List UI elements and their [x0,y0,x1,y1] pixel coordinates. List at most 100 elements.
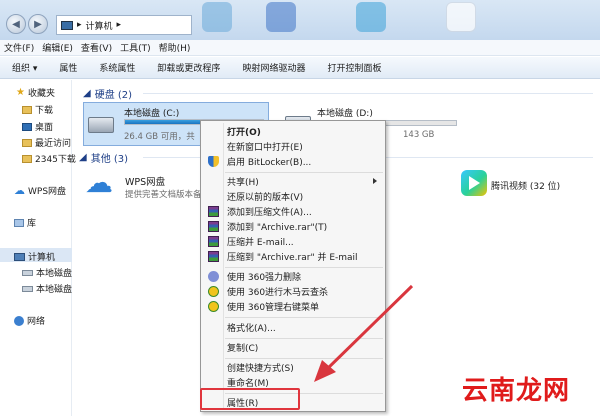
sidebar-item-2345-downloads[interactable]: 2345下载 [22,152,76,165]
sidebar-item-label: 库 [27,219,37,229]
hard-drive-icon [88,117,114,133]
menu-item-label: 添加到压缩文件(A)... [227,208,312,218]
menu-item-label: 使用 360强力删除 [227,273,302,283]
organize-button[interactable]: 组织 ▾ [12,61,37,74]
sidebar-item-local-disk-c[interactable]: 本地磁盘 [22,266,72,279]
sidebar-item-favorites[interactable]: ★ 收藏夹 [16,86,55,99]
folder-icon [22,105,32,114]
sidebar-item-network[interactable]: 网络 [14,314,45,327]
tencent-video-icon[interactable] [461,170,487,196]
sidebar-item-recent[interactable]: 最近访问 [22,136,71,149]
sidebar-item-downloads[interactable]: 下载 [22,103,53,116]
command-toolbar: 组织 ▾ 属性 系统属性 卸载或更改程序 映射网络驱动器 打开控制面板 [0,57,600,79]
cloud-icon: ☁ [14,184,25,197]
menu-bar: 文件(F) 编辑(E) 查看(V) 工具(T) 帮助(H) [0,40,600,56]
drive-icon [22,269,33,276]
hdd-group-title: 硬盘 (2) [94,90,133,101]
winrar-icon [208,236,219,247]
wps-cloud-icon[interactable]: ☁ [85,169,119,197]
sidebar-item-computer[interactable]: 计算机 [14,250,55,263]
winrar-icon [208,251,219,262]
360-delete-icon [208,271,219,282]
wps-drive-title[interactable]: WPS网盘 [125,174,165,188]
menu-item-label: 格式化(A)... [227,324,276,334]
menu-item-label: 在新窗口中打开(E) [227,143,303,153]
menu-tools[interactable]: 工具(T) [120,41,151,54]
menu-separator [225,172,383,173]
map-network-drive-button[interactable]: 映射网络驱动器 [242,61,305,74]
forward-button[interactable]: ▶ [28,14,48,34]
network-icon [14,315,24,326]
drive-icon [22,285,33,292]
folder-icon [22,154,32,163]
uninstall-program-button[interactable]: 卸载或更改程序 [157,61,220,74]
other-group-header[interactable]: ◢ 其他 (3) [79,150,128,165]
annotation-arrow [314,284,414,382]
title-bar: ◀ ▶ ▸ 计算机 ▸ [0,0,600,40]
computer-icon [61,20,73,30]
menu-item-restore-versions[interactable]: 还原以前的版本(V) [203,189,383,204]
menu-file[interactable]: 文件(F) [4,41,34,54]
winrar-icon [208,221,219,232]
submenu-arrow-icon [373,178,377,184]
sidebar-item-label: 网络 [27,317,46,327]
menu-edit[interactable]: 编辑(E) [42,41,73,54]
tencent-video-label[interactable]: 腾讯视频 (32 位) [491,179,560,192]
star-icon: ★ [16,87,25,98]
address-separator-end: ▸ [116,20,122,30]
menu-item-open-new-window[interactable]: 在新窗口中打开(E) [203,139,383,154]
winrar-icon [208,206,219,217]
sidebar-item-label: 本地磁盘 [36,285,73,295]
navigation-pane: ★ 收藏夹 下载 桌面 最近访问 2345下载 ☁ WPS网盘 库 计算机 本地… [0,80,76,416]
app-tile-icon [202,2,232,32]
sidebar-item-label: WPS网盘 [28,187,67,197]
menu-item-compress-rar-email[interactable]: 压缩到 "Archive.rar" 并 E-mail [203,249,383,264]
menu-item-label: 压缩并 E-mail... [227,238,294,248]
sidebar-item-local-disk-d[interactable]: 本地磁盘 [22,282,72,295]
sidebar-item-label: 本地磁盘 [36,269,73,279]
drive-d-free-space: 143 GB [403,130,435,140]
360-security-icon [208,301,219,312]
menu-item-open[interactable]: 打开(O) [203,124,383,139]
computer-icon [14,252,25,261]
sidebar-item-wps-drive[interactable]: ☁ WPS网盘 [14,184,66,197]
sidebar-item-desktop[interactable]: 桌面 [22,120,53,133]
drive-c-name: 本地磁盘 (C:) [124,109,180,119]
menu-item-compress-email[interactable]: 压缩并 E-mail... [203,234,383,249]
app-tile-icon [356,2,386,32]
menu-item-label: 添加到 "Archive.rar"(T) [227,223,328,233]
app-tile-icon [446,2,476,32]
background-app-icons [196,0,600,40]
address-bar[interactable]: ▸ 计算机 ▸ [56,15,192,35]
drive-d-name[interactable]: 本地磁盘 (D:) [317,106,373,119]
app-tile-icon [266,2,296,32]
recent-places-icon [22,138,32,147]
hdd-group-header[interactable]: ◢ 硬盘 (2) [83,86,132,101]
menu-item-add-archive[interactable]: 添加到压缩文件(A)... [203,204,383,219]
menu-item-share[interactable]: 共享(H) [203,174,383,189]
address-path: 计算机 [85,21,113,32]
arrow-shaft [322,284,414,374]
properties-button[interactable]: 属性 [59,61,77,74]
system-properties-button[interactable]: 系统属性 [99,61,135,74]
menu-view[interactable]: 查看(V) [81,41,112,54]
sidebar-item-label: 桌面 [35,123,54,133]
back-button[interactable]: ◀ [6,14,26,34]
play-icon [469,176,480,190]
menu-item-bitlocker[interactable]: 启用 BitLocker(B)... [203,154,383,169]
menu-separator [225,267,383,268]
menu-help[interactable]: 帮助(H) [159,41,191,54]
drive-c-free-space: 26.4 GB 可用，共 [124,132,195,142]
sidebar-item-library[interactable]: 库 [14,216,36,229]
sidebar-item-label: 最近访问 [35,139,72,149]
collapse-icon: ◢ [83,88,91,99]
address-separator: ▸ [77,20,82,30]
shield-icon [208,156,219,167]
menu-item-label: 复制(C) [227,344,259,354]
open-control-panel-button[interactable]: 打开控制面板 [327,61,381,74]
menu-item-label: 打开(O) [227,128,261,138]
menu-item-label: 共享(H) [227,178,259,188]
menu-item-add-archive-rar[interactable]: 添加到 "Archive.rar"(T) [203,219,383,234]
other-group-title: 其他 (3) [90,154,129,165]
sidebar-item-label: 2345下载 [35,155,76,165]
